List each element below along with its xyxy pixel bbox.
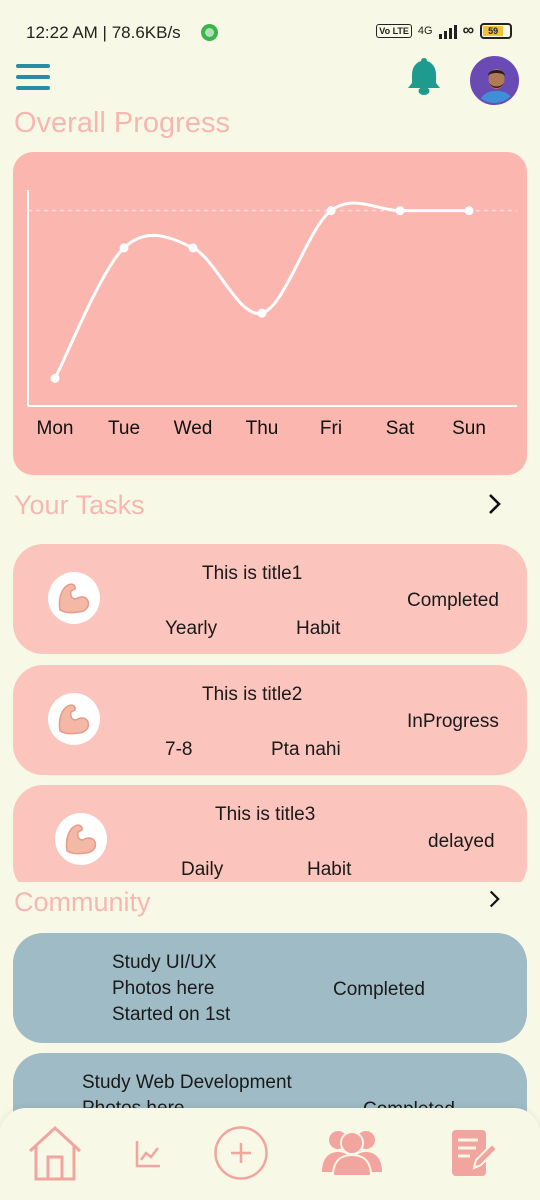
task-type: Habit (296, 618, 341, 639)
community-title-line: Study UI/UX (112, 952, 217, 973)
community-card-1[interactable]: Study UI/UX Photos here Started on 1st C… (13, 933, 527, 1043)
chart-point-wed (188, 243, 198, 253)
task-card-2[interactable]: This is title2 InProgress 7-8 Pta nahi (13, 665, 527, 775)
hamburger-icon[interactable] (16, 64, 50, 90)
battery-level: 59 (483, 26, 504, 36)
chart-tick-mon: Mon (36, 418, 74, 439)
chart-point-mon (50, 373, 60, 383)
community-chevron-right-icon[interactable] (484, 888, 504, 910)
community-status: Completed (333, 979, 425, 1000)
muscle-icon (48, 693, 100, 745)
task-card-3[interactable]: This is title3 delayed Daily Habit (13, 785, 527, 895)
avatar-portrait-icon (472, 58, 517, 103)
chart-tick-wed: Wed (173, 418, 213, 439)
chart-tick-sat: Sat (385, 418, 415, 439)
task-card-1[interactable]: This is title1 Completed Yearly Habit (13, 544, 527, 654)
chart-point-fri (326, 206, 336, 216)
chart-tick-fri: Fri (319, 418, 343, 439)
task-status: InProgress (407, 711, 499, 732)
task-frequency: Yearly (165, 618, 218, 639)
chart-point-sat (395, 206, 405, 216)
status-app-icon (201, 24, 218, 41)
volte-icon: Vo LTE (376, 24, 412, 38)
task-title: This is title2 (202, 684, 303, 705)
link-icon: ∞ (462, 22, 474, 39)
status-icons: Vo LTE 4G ∞ 59 (376, 22, 512, 40)
muscle-icon (55, 813, 107, 865)
overall-progress-title: Overall Progress (14, 107, 230, 139)
chart-tick-thu: Thu (245, 418, 279, 439)
community-icon[interactable] (321, 1126, 383, 1176)
tasks-chevron-right-icon[interactable] (482, 492, 506, 516)
your-tasks-title: Your Tasks (14, 490, 145, 520)
chart-point-sun (464, 206, 474, 216)
home-icon[interactable] (26, 1124, 84, 1182)
task-type: Habit (307, 859, 352, 880)
status-bar: 12:22 AM | 78.6KB/s Vo LTE 4G ∞ 59 (0, 0, 540, 62)
task-frequency: 7-8 (165, 739, 193, 760)
community-photos-line: Photos here (112, 978, 215, 999)
community-title-line: Study Web Development (82, 1072, 292, 1093)
task-title: This is title1 (202, 563, 303, 584)
task-title: This is title3 (215, 804, 316, 825)
network-label: 4G (417, 25, 433, 37)
chart-tick-sun: Sun (452, 418, 486, 439)
progress-chart-card: Mon Tue Wed Thu Fri Sat Sun (13, 152, 527, 475)
community-started-line: Started on 1st (112, 1004, 231, 1025)
chart-point-tue (119, 243, 129, 253)
bottom-navigation (0, 1108, 540, 1200)
status-time: 12:22 AM | 78.6KB/s (26, 23, 181, 42)
task-frequency: Daily (181, 859, 224, 880)
notes-icon[interactable] (450, 1128, 498, 1178)
chart-series-line (53, 201, 469, 380)
signal-icon (438, 23, 457, 39)
task-status: delayed (428, 831, 495, 852)
task-status: Completed (407, 590, 499, 611)
chart-point-thu (257, 308, 267, 318)
profile-avatar[interactable] (470, 56, 519, 105)
task-type: Pta nahi (271, 739, 341, 760)
chart-tick-tue: Tue (107, 418, 141, 439)
battery-icon: 59 (480, 23, 512, 39)
add-icon[interactable] (213, 1125, 269, 1181)
community-title: Community (14, 887, 151, 917)
stats-icon[interactable] (134, 1138, 162, 1170)
muscle-icon (48, 572, 100, 624)
bell-icon[interactable] (405, 56, 443, 98)
